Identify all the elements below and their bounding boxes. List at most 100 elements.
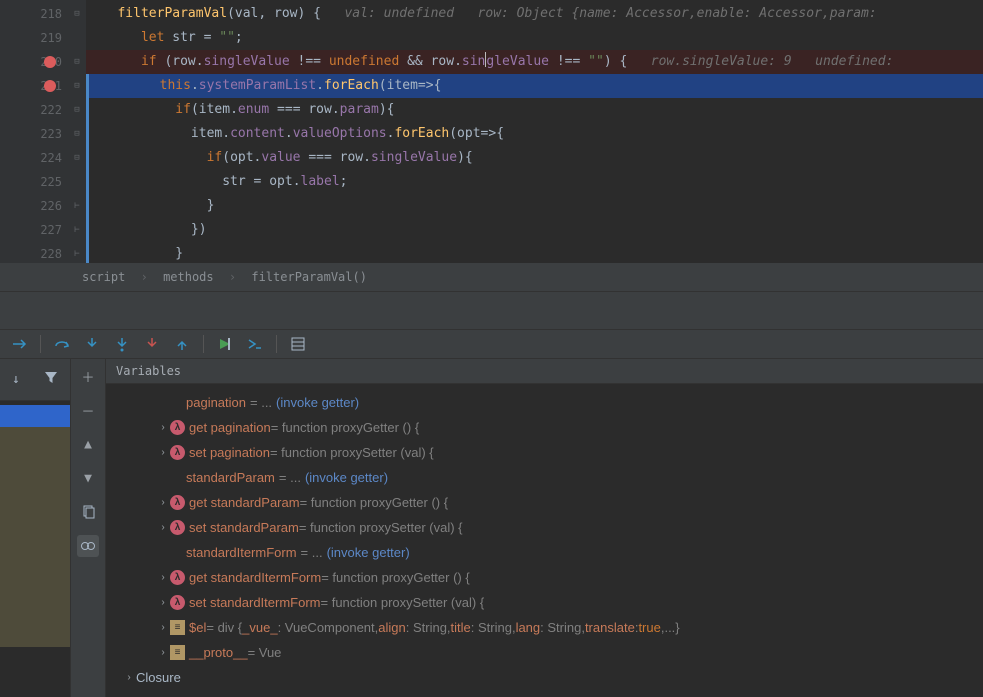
variable-name: get standardItermForm (189, 565, 321, 590)
line-number: 225 (40, 170, 62, 194)
variable-name: get standardParam (189, 490, 300, 515)
closure-row[interactable]: ›Closure (106, 665, 983, 690)
frame-item[interactable] (0, 427, 70, 647)
watches-icon[interactable] (77, 535, 99, 557)
frames-column: ↓ (0, 359, 70, 697)
expand-icon[interactable]: › (156, 590, 170, 615)
fold-toggle[interactable]: ⊟ (68, 146, 86, 170)
down-icon[interactable]: ▼ (77, 467, 99, 489)
show-execution-icon[interactable] (7, 332, 31, 356)
invoke-getter-link[interactable]: (invoke getter) (305, 465, 388, 490)
invoke-getter-link[interactable]: (invoke getter) (327, 540, 410, 565)
step-out-icon[interactable] (170, 332, 194, 356)
variable-value: = function proxyGetter () { (271, 415, 419, 440)
variable-name: set standardParam (189, 515, 299, 540)
fold-toggle[interactable]: ⊟ (68, 2, 86, 26)
run-to-cursor-icon[interactable] (213, 332, 237, 356)
variable-name: standardParam (186, 465, 275, 490)
separator (203, 335, 204, 353)
variable-name: $el (189, 615, 206, 640)
variable-value: = function proxySetter (val) { (299, 515, 463, 540)
variable-row[interactable]: standardItermForm = ... (invoke getter) (106, 540, 983, 565)
invoke-getter-link[interactable]: (invoke getter) (276, 390, 359, 415)
chevron-right-icon: › (229, 270, 236, 284)
variable-row[interactable]: standardParam = ... (invoke getter) (106, 465, 983, 490)
breakpoint-icon[interactable] (44, 56, 56, 68)
variable-row[interactable]: ›λset pagination = function proxySetter … (106, 440, 983, 465)
variable-row[interactable]: pagination = ... (invoke getter) (106, 390, 983, 415)
closure-label: Closure (136, 665, 181, 690)
expand-icon[interactable]: › (156, 415, 170, 440)
evaluate-expression-icon[interactable] (243, 332, 267, 356)
lambda-icon: λ (170, 520, 185, 535)
breakpoint-icon[interactable] (44, 80, 56, 92)
frames-list[interactable] (0, 401, 70, 697)
remove-watch-icon[interactable]: － (77, 399, 99, 421)
variable-row[interactable]: ›λget standardItermForm = function proxy… (106, 565, 983, 590)
line-number: 218 (40, 2, 62, 26)
lambda-icon: λ (170, 445, 185, 460)
step-over-icon[interactable] (50, 332, 74, 356)
breadcrumb-item[interactable]: methods (163, 270, 214, 284)
object-icon: ≡ (170, 620, 185, 635)
variable-row[interactable]: ›λget standardParam = function proxyGett… (106, 490, 983, 515)
variable-row[interactable]: ›≡ __proto__ = Vue (106, 640, 983, 665)
expand-icon[interactable]: › (156, 565, 170, 590)
variable-value: = function proxySetter (val) { (321, 590, 485, 615)
breadcrumb[interactable]: script › methods › filterParamVal() (0, 263, 983, 291)
expand-icon[interactable]: › (156, 490, 170, 515)
variable-value: = function proxyGetter () { (300, 490, 448, 515)
variable-name: pagination (186, 390, 246, 415)
variable-row[interactable]: ›λ get pagination = function proxyGetter … (106, 415, 983, 440)
variable-value: = Vue (248, 640, 282, 665)
expand-icon[interactable]: › (156, 615, 170, 640)
line-number: 222 (40, 98, 62, 122)
code-editor: 218 219 220 221 222 223 224 225 226 227 … (0, 0, 983, 263)
add-watch-icon[interactable]: ＋ (77, 365, 99, 387)
variable-name: __proto__ (189, 640, 248, 665)
variable-row[interactable]: ›λ set standardParam = function proxySett… (106, 515, 983, 540)
variables-title: Variables (106, 359, 983, 384)
vars-toolbar: ＋ － ▲ ▼ (70, 359, 106, 697)
line-number: 228 (40, 242, 62, 263)
step-into-icon[interactable] (80, 332, 104, 356)
expand-icon[interactable]: › (156, 515, 170, 540)
up-icon[interactable]: ▲ (77, 433, 99, 455)
inline-hint: row.singleValue: 9 undefined: (651, 54, 894, 69)
breadcrumb-item[interactable]: script (82, 270, 125, 284)
variable-value: = function proxySetter (val) { (270, 440, 434, 465)
filter-icon[interactable] (44, 371, 58, 389)
force-step-into-red-icon[interactable] (140, 332, 164, 356)
variable-value: = function proxyGetter () { (321, 565, 469, 590)
panel-gap (0, 291, 983, 329)
expand-icon[interactable]: › (156, 640, 170, 665)
debug-toolbar (0, 329, 983, 359)
expand-icon[interactable]: › (156, 440, 170, 465)
line-gutter: 218 219 220 221 222 223 224 225 226 227 … (0, 0, 68, 263)
breadcrumb-item[interactable]: filterParamVal() (251, 270, 367, 284)
line-number: 219 (40, 26, 62, 50)
fold-toggle[interactable]: ⊟ (68, 74, 86, 98)
variable-row[interactable]: ›λset standardItermForm = function proxy… (106, 590, 983, 615)
line-number: 224 (40, 146, 62, 170)
lambda-icon: λ (170, 420, 185, 435)
variable-name: get pagination (189, 415, 271, 440)
fold-column: ⊟ ⊟ ⊟ ⊟ ⊟ ⊟ ⊢ ⊢ ⊢ (68, 0, 86, 263)
frame-selected[interactable] (0, 405, 70, 427)
code-area[interactable]: filterParamVal(val, row) { val: undefine… (86, 0, 983, 263)
sort-icon[interactable]: ↓ (12, 372, 20, 387)
object-icon: ≡ (170, 645, 185, 660)
copy-icon[interactable] (77, 501, 99, 523)
fold-end: ⊢ (68, 242, 86, 263)
variables-tree[interactable]: pagination = ... (invoke getter)›λget pa… (106, 384, 983, 697)
fold-toggle[interactable]: ⊟ (68, 122, 86, 146)
expand-icon[interactable]: › (122, 665, 136, 690)
fold-toggle[interactable]: ⊟ (68, 50, 86, 74)
variable-row[interactable]: ›≡$el = div {_vue_: VueComponent,align: … (106, 615, 983, 640)
force-step-into-icon[interactable] (110, 332, 134, 356)
fold-toggle[interactable]: ⊟ (68, 98, 86, 122)
separator (276, 335, 277, 353)
fold-end: ⊢ (68, 218, 86, 242)
trace-icon[interactable] (286, 332, 310, 356)
chevron-right-icon: › (141, 270, 148, 284)
